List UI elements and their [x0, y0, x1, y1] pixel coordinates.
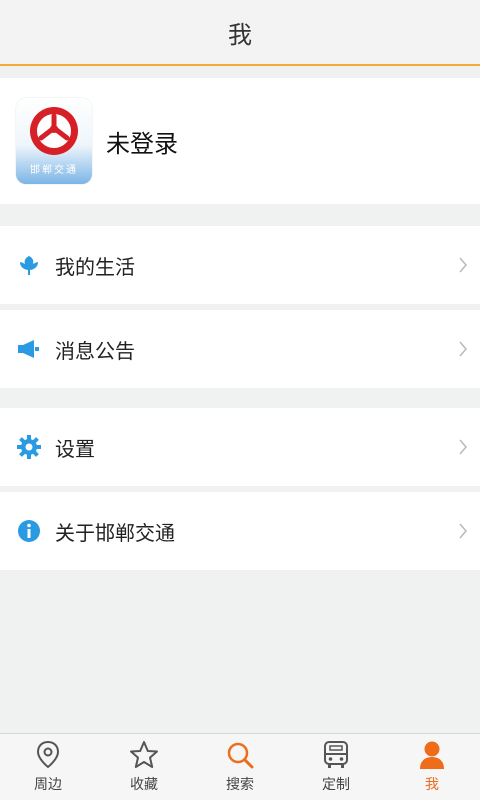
tab-nearby[interactable]: 周边: [0, 734, 96, 800]
menu-item-announcements[interactable]: 消息公告: [0, 304, 480, 388]
gear-icon: [17, 435, 41, 459]
logo-text: 邯郸交通: [30, 165, 78, 176]
menu-item-label: 关于邯郸交通: [55, 520, 175, 545]
chevron-right-icon: [459, 523, 467, 539]
tab-label: 定制: [322, 777, 350, 793]
bottom-tab-bar: 周边 收藏 搜索 定制 我: [0, 733, 480, 800]
chevron-right-icon: [459, 257, 467, 273]
star-icon: [130, 741, 158, 768]
person-icon: [420, 741, 444, 769]
location-pin-icon: [36, 740, 60, 769]
megaphone-icon: [17, 337, 41, 361]
menu-item-about[interactable]: 关于邯郸交通: [0, 486, 480, 570]
page-title: 我: [228, 20, 252, 49]
header: 我: [0, 0, 480, 66]
menu-item-settings[interactable]: 设置: [0, 408, 480, 486]
menu-item-my-life[interactable]: 我的生活: [0, 226, 480, 304]
login-status[interactable]: 未登录: [106, 124, 178, 159]
flower-icon: [17, 253, 41, 277]
menu-item-label: 设置: [55, 436, 95, 461]
profile-card[interactable]: 邯郸交通 未登录: [0, 78, 480, 204]
menu-item-label: 消息公告: [55, 338, 135, 363]
tab-search[interactable]: 搜索: [192, 734, 288, 800]
chevron-right-icon: [459, 439, 467, 455]
tab-label: 我: [425, 777, 439, 793]
bus-icon: [324, 741, 348, 768]
info-icon: [17, 519, 41, 543]
menu-item-label: 我的生活: [55, 254, 135, 279]
menu-group-1: 我的生活 消息公告: [0, 226, 480, 388]
tab-label: 收藏: [130, 777, 158, 793]
tab-custom[interactable]: 定制: [288, 734, 384, 800]
app-logo: 邯郸交通: [16, 98, 92, 184]
tab-label: 搜索: [226, 777, 254, 793]
tab-me[interactable]: 我: [384, 734, 480, 800]
tab-favorites[interactable]: 收藏: [96, 734, 192, 800]
logo-emblem-icon: [30, 107, 78, 155]
search-icon: [227, 742, 254, 769]
chevron-right-icon: [459, 341, 467, 357]
tab-label: 周边: [34, 777, 62, 793]
menu-group-2: 设置 关于邯郸交通: [0, 408, 480, 570]
